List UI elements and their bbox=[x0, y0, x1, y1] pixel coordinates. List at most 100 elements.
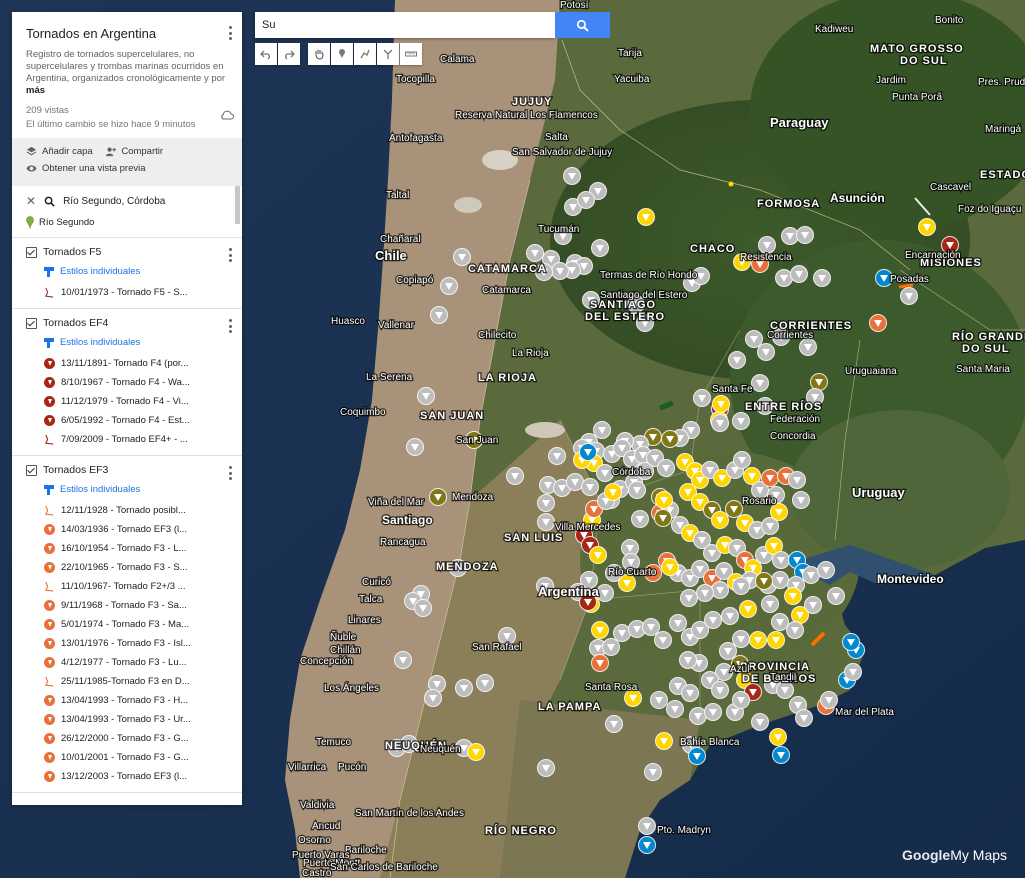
tornado-marker[interactable] bbox=[711, 581, 729, 599]
tornado-marker[interactable] bbox=[577, 191, 595, 209]
layer-title[interactable]: Tornados EF4 bbox=[43, 317, 108, 329]
tornado-marker[interactable] bbox=[771, 571, 789, 589]
tornado-marker[interactable] bbox=[810, 373, 828, 391]
feature-item[interactable]: 7/09/2009 - Tornado EF4+ - ... bbox=[26, 430, 232, 449]
tornado-marker[interactable] bbox=[613, 624, 631, 642]
tornado-marker[interactable] bbox=[732, 577, 750, 595]
feature-item[interactable]: 9/11/1968 - Tornado F3 - Sa... bbox=[26, 596, 232, 615]
tornado-marker[interactable] bbox=[537, 494, 555, 512]
tornado-marker[interactable] bbox=[758, 236, 776, 254]
tornado-marker[interactable] bbox=[551, 262, 569, 280]
measure-button[interactable] bbox=[400, 43, 422, 65]
tornado-marker[interactable] bbox=[637, 208, 655, 226]
feature-item[interactable]: 5/01/1974 - Tornado F3 - Ma... bbox=[26, 615, 232, 634]
tornado-marker[interactable] bbox=[745, 330, 763, 348]
tornado-marker[interactable] bbox=[638, 836, 656, 854]
tornado-marker[interactable] bbox=[581, 478, 599, 496]
tornado-marker[interactable] bbox=[655, 491, 673, 509]
feature-item[interactable]: 12/11/1928 - Tornado posibl... bbox=[26, 501, 232, 520]
tornado-marker[interactable] bbox=[813, 269, 831, 287]
tornado-marker[interactable] bbox=[566, 473, 584, 491]
tornado-marker[interactable] bbox=[869, 314, 887, 332]
tornado-marker[interactable] bbox=[394, 651, 412, 669]
map-options-icon[interactable] bbox=[228, 26, 232, 40]
tornado-marker[interactable] bbox=[711, 414, 729, 432]
tornado-marker[interactable] bbox=[589, 546, 607, 564]
tornado-marker[interactable] bbox=[772, 746, 790, 764]
tornado-marker[interactable] bbox=[844, 663, 862, 681]
tornado-marker[interactable] bbox=[792, 491, 810, 509]
layer-title[interactable]: Tornados EF3 bbox=[43, 464, 108, 476]
tornado-marker[interactable] bbox=[761, 469, 779, 487]
scrollbar[interactable] bbox=[235, 186, 240, 224]
tornado-marker[interactable] bbox=[679, 651, 697, 669]
tornado-marker[interactable] bbox=[476, 674, 494, 692]
tornado-marker[interactable] bbox=[666, 700, 684, 718]
tornado-marker[interactable] bbox=[918, 218, 936, 236]
layer-style-link[interactable]: Estilos individuales bbox=[44, 484, 232, 495]
tornado-marker[interactable] bbox=[712, 395, 730, 413]
tornado-marker[interactable] bbox=[638, 817, 656, 835]
tornado-marker[interactable] bbox=[563, 167, 581, 185]
layer-title[interactable]: Tornados F5 bbox=[43, 246, 101, 258]
tornado-marker[interactable] bbox=[732, 630, 750, 648]
tornado-marker[interactable] bbox=[602, 638, 620, 656]
tornado-marker[interactable] bbox=[790, 265, 808, 283]
tornado-marker[interactable] bbox=[719, 642, 737, 660]
add-marker-button[interactable] bbox=[331, 43, 353, 65]
tornado-marker[interactable] bbox=[591, 621, 609, 639]
layer-options-icon[interactable] bbox=[228, 319, 232, 333]
tornado-marker[interactable] bbox=[732, 691, 750, 709]
more-link[interactable]: más bbox=[26, 85, 45, 96]
tornado-marker[interactable] bbox=[728, 351, 746, 369]
tornado-marker[interactable] bbox=[704, 611, 722, 629]
redo-button[interactable] bbox=[278, 43, 300, 65]
tornado-marker[interactable] bbox=[604, 483, 622, 501]
tornado-marker[interactable] bbox=[506, 467, 524, 485]
search-result-item[interactable]: Río Segundo bbox=[26, 216, 232, 229]
feature-item[interactable]: 13/01/1976 - Tornado F3 - Isl... bbox=[26, 634, 232, 653]
tornado-marker[interactable] bbox=[820, 691, 838, 709]
feature-item[interactable]: 13/12/2003 - Tornado EF3 (l... bbox=[26, 767, 232, 786]
tornado-marker[interactable] bbox=[537, 513, 555, 531]
tornado-marker[interactable] bbox=[751, 713, 769, 731]
tornado-marker[interactable] bbox=[696, 584, 714, 602]
tornado-marker[interactable] bbox=[711, 511, 729, 529]
tornado-marker[interactable] bbox=[827, 587, 845, 605]
tornado-marker[interactable] bbox=[721, 607, 739, 625]
tornado-marker[interactable] bbox=[661, 558, 679, 576]
tornado-marker[interactable] bbox=[733, 451, 751, 469]
tornado-marker[interactable] bbox=[751, 374, 769, 392]
tornado-marker[interactable] bbox=[655, 732, 673, 750]
tornado-marker[interactable] bbox=[596, 464, 614, 482]
tornado-marker[interactable] bbox=[711, 681, 729, 699]
tornado-marker[interactable] bbox=[657, 459, 675, 477]
tornado-marker[interactable] bbox=[669, 614, 687, 632]
tornado-marker[interactable] bbox=[406, 438, 424, 456]
layer-style-link[interactable]: Estilos individuales bbox=[44, 337, 232, 348]
tornado-marker[interactable] bbox=[689, 707, 707, 725]
tornado-marker[interactable] bbox=[900, 287, 918, 305]
tornado-marker[interactable] bbox=[796, 226, 814, 244]
draw-line-button[interactable] bbox=[354, 43, 376, 65]
layer-options-icon[interactable] bbox=[228, 248, 232, 262]
small-marker[interactable] bbox=[728, 181, 734, 187]
tornado-marker[interactable] bbox=[455, 679, 473, 697]
tornado-marker[interactable] bbox=[654, 509, 672, 527]
search-input[interactable] bbox=[255, 18, 544, 32]
tornado-marker[interactable] bbox=[842, 633, 860, 651]
tornado-marker[interactable] bbox=[761, 595, 779, 613]
tornado-marker[interactable] bbox=[817, 561, 835, 579]
tornado-marker[interactable] bbox=[650, 691, 668, 709]
search-button[interactable] bbox=[555, 12, 610, 38]
tornado-marker[interactable] bbox=[788, 471, 806, 489]
tornado-marker[interactable] bbox=[596, 584, 614, 602]
add-directions-button[interactable] bbox=[377, 43, 399, 65]
tornado-marker[interactable] bbox=[644, 763, 662, 781]
layer-style-link[interactable]: Estilos individuales bbox=[44, 266, 232, 277]
tornado-marker[interactable] bbox=[548, 447, 566, 465]
tornado-marker[interactable] bbox=[704, 703, 722, 721]
tornado-marker[interactable] bbox=[526, 244, 544, 262]
feature-item[interactable]: 4/12/1977 - Tornado F3 - Lu... bbox=[26, 653, 232, 672]
tornado-marker[interactable] bbox=[537, 759, 555, 777]
